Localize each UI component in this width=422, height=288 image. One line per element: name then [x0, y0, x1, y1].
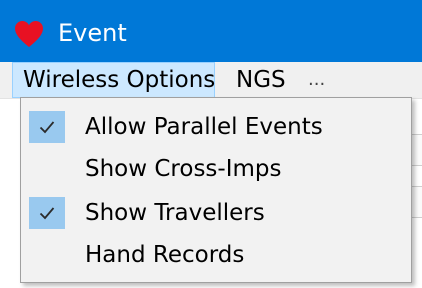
menu-item-label: Allow Parallel Events: [85, 114, 323, 140]
menu-item-allow-parallel-events[interactable]: Allow Parallel Events: [21, 106, 411, 148]
checkmark-icon: [29, 197, 65, 229]
title-bar: Event: [0, 0, 422, 62]
wireless-options-dropdown: Allow Parallel Events Show Cross-Imps Sh…: [20, 97, 412, 283]
background-field: [411, 186, 422, 218]
background-field: [411, 134, 422, 166]
menu-item-show-travellers[interactable]: Show Travellers: [21, 192, 411, 234]
menu-item-label: Show Travellers: [85, 200, 265, 226]
menu-item-hand-records[interactable]: Hand Records: [21, 234, 411, 276]
menu-item-label: Hand Records: [85, 242, 245, 268]
menu-item-show-cross-imps[interactable]: Show Cross-Imps: [21, 148, 411, 190]
menu-wireless-options[interactable]: Wireless Options: [12, 62, 215, 98]
menu-more[interactable]: ...: [308, 62, 325, 98]
checkmark-icon: [29, 111, 65, 143]
heart-icon: [14, 20, 44, 48]
window-title: Event: [58, 19, 127, 47]
menu-item-label: Show Cross-Imps: [85, 156, 282, 182]
menu-ngs[interactable]: NGS: [236, 62, 286, 98]
menu-bar: Wireless Options NGS ...: [0, 62, 422, 99]
